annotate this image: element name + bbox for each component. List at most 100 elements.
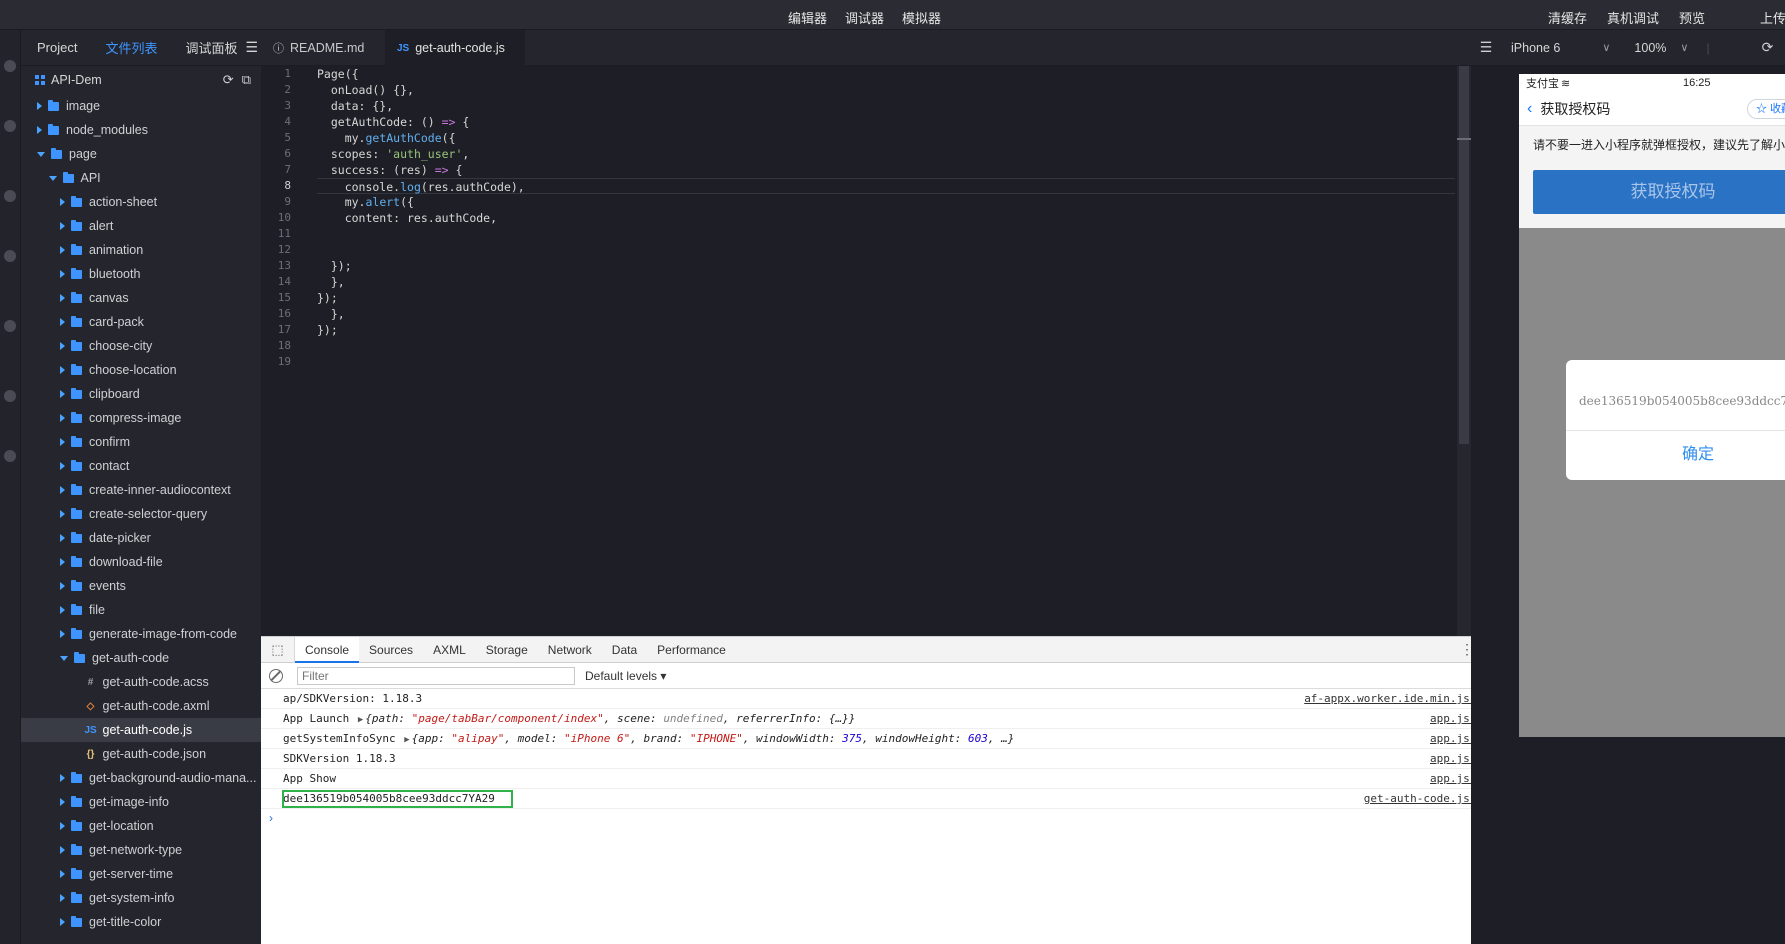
caret-right-icon[interactable] [60,294,65,302]
tab-debugger[interactable]: 调试器 [845,8,884,27]
code-line[interactable]: my.alert({ [317,194,1455,210]
tab-sources[interactable]: Sources [359,637,423,663]
tree-folder[interactable]: get-server-time [21,862,261,886]
code-line[interactable] [317,354,1455,370]
refresh-icon[interactable]: ⟳ [1762,39,1774,56]
device-select[interactable]: iPhone 6 [1511,41,1560,55]
tree-folder[interactable]: get-title-color [21,910,261,934]
zoom-select[interactable]: 100% [1634,41,1666,55]
code-line[interactable]: }); [317,290,1455,306]
caret-right-icon[interactable] [60,918,65,926]
caret-right-icon[interactable] [60,606,65,614]
tree-folder[interactable]: contact [21,454,261,478]
caret-right-icon[interactable] [60,558,65,566]
caret-right-icon[interactable] [60,270,65,278]
code-line[interactable]: onLoad() {}, [317,82,1455,98]
tree-file[interactable]: ◇ get-auth-code.axml [21,694,261,718]
code-line[interactable]: }); [317,322,1455,338]
caret-down-icon[interactable] [60,655,68,661]
refresh-icon[interactable]: ⟳ [223,72,234,88]
code-line[interactable]: }, [317,306,1455,322]
filter-input[interactable] [297,666,575,685]
tree-file[interactable]: JS get-auth-code.js [21,718,261,742]
activity-icon[interactable] [4,190,16,202]
tree-folder[interactable]: node_modules [21,118,261,142]
indent-icon[interactable]: ☰ [1471,39,1501,56]
caret-right-icon[interactable] [60,846,65,854]
code-line[interactable]: console.log(res.authCode), [317,178,1455,194]
inspect-element-icon[interactable]: ⬚ [261,636,295,663]
console-source-link[interactable]: get-auth-code.js:8 [1364,789,1483,809]
caret-right-icon[interactable] [60,198,65,206]
chevron-down-icon[interactable]: ∨ [1602,41,1610,54]
tab-console[interactable]: Console [295,636,360,663]
activity-icon[interactable] [4,450,16,462]
tree-folder[interactable]: alert [21,214,261,238]
collapse-all-icon[interactable]: ⧉ [242,72,251,88]
activity-icon[interactable] [4,250,16,262]
editor-tab-readme[interactable]: ⓘ README.md [261,30,385,66]
scrollbar-thumb[interactable] [1459,66,1469,444]
tree-folder[interactable]: create-selector-query [21,502,261,526]
tree-folder[interactable]: bluetooth [21,262,261,286]
tab-simulator[interactable]: 模拟器 [902,8,941,27]
caret-right-icon[interactable] [60,366,65,374]
code-line[interactable]: getAuthCode: () => { [317,114,1455,130]
tree-folder[interactable]: choose-city [21,334,261,358]
get-auth-code-button[interactable]: 获取授权码 [1533,170,1785,214]
tree-folder[interactable]: get-image-info [21,790,261,814]
caret-down-icon[interactable] [37,151,45,157]
caret-right-icon[interactable] [60,798,65,806]
clear-console-icon[interactable] [269,668,283,683]
tree-file[interactable]: {} get-auth-code.json [21,742,261,766]
tree-folder[interactable]: date-picker [21,526,261,550]
menu-icon[interactable]: ☰ [246,39,259,56]
caret-right-icon[interactable] [60,534,65,542]
caret-right-icon[interactable] [60,870,65,878]
caret-right-icon[interactable] [60,462,65,470]
tree-folder[interactable]: API [21,166,261,190]
code-line[interactable] [317,242,1455,258]
caret-right-icon[interactable] [60,486,65,494]
tree-folder[interactable]: choose-location [21,358,261,382]
confirm-button[interactable]: 确定 [1566,431,1785,479]
tree-folder[interactable]: events [21,574,261,598]
caret-right-icon[interactable] [60,894,65,902]
caret-down-icon[interactable] [48,175,57,181]
clear-cache-button[interactable]: 清缓存 [1548,8,1587,27]
caret-right-icon[interactable] [60,318,65,326]
tab-debug-panel[interactable]: 调试面板 [185,38,237,57]
activity-icon[interactable] [4,60,16,72]
code-line[interactable] [317,226,1455,242]
caret-right-icon[interactable] [60,630,65,638]
code-line[interactable]: my.getAuthCode({ [317,130,1455,146]
caret-right-icon[interactable] [60,414,65,422]
activity-icon[interactable] [4,120,16,132]
tab-file-list[interactable]: 文件列表 [105,38,157,57]
caret-right-icon[interactable] [60,222,65,230]
code-line[interactable]: data: {}, [317,98,1455,114]
project-root[interactable]: API-Dem ⟳ ⧉ [21,66,261,94]
favorite-button[interactable]: ☆ 收藏 [1747,99,1785,119]
console-prompt[interactable]: › [261,809,1510,827]
tree-folder[interactable]: get-system-info [21,886,261,910]
code-line[interactable]: }); [317,258,1455,274]
tab-storage[interactable]: Storage [476,637,538,663]
caret-right-icon[interactable] [60,438,65,446]
tree-folder[interactable]: confirm [21,430,261,454]
tree-folder[interactable]: get-auth-code [21,646,261,670]
tab-network[interactable]: Network [538,637,602,663]
activity-icon[interactable] [4,390,16,402]
tree-folder[interactable]: create-inner-audiocontext [21,478,261,502]
code-content[interactable]: Page({ onLoad() {}, data: {}, getAuthCod… [317,66,1455,370]
tree-folder[interactable]: get-network-type [21,838,261,862]
caret-right-icon[interactable] [60,774,65,782]
log-levels-dropdown[interactable]: Default levels ▾ [585,669,666,683]
editor-scrollbar[interactable] [1457,66,1471,636]
tree-folder[interactable]: animation [21,238,261,262]
tab-axml[interactable]: AXML [423,637,476,663]
code-editor[interactable]: 1 2 3 4 5 6 7 8 9 10 11 12 13 14 15 16 17 18 19 Page({ onL… [261,66,1471,636]
code-line[interactable]: content: res.authCode, [317,210,1455,226]
caret-right-icon[interactable] [60,510,65,518]
tree-folder[interactable]: generate-image-from-code [21,622,261,646]
